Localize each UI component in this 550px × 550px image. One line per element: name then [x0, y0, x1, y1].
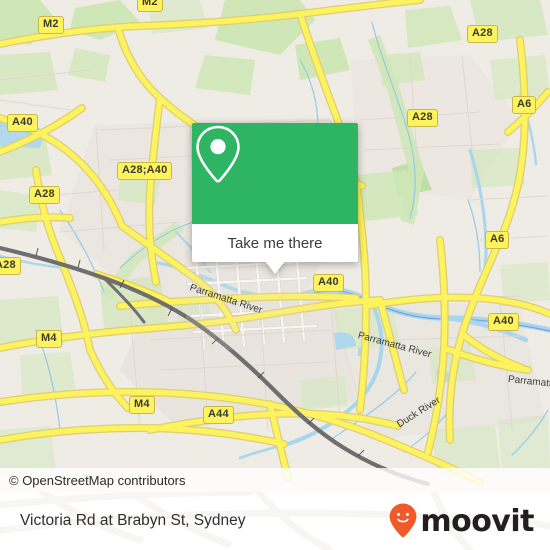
- road-shield-a28[interactable]: A28: [407, 109, 438, 127]
- road-shield-a40[interactable]: A40: [7, 114, 38, 132]
- moovit-logo[interactable]: moovit: [388, 492, 534, 550]
- road-shield-m4[interactable]: M4: [129, 396, 155, 414]
- road-shield-a6[interactable]: A6: [512, 96, 537, 114]
- road-shield-m4[interactable]: M4: [36, 330, 62, 348]
- moovit-wordmark: moovit: [420, 503, 534, 539]
- osm-attribution-text: © OpenStreetMap contributors: [9, 472, 186, 488]
- take-me-there-button[interactable]: Take me there: [192, 224, 358, 262]
- road-shield-m2[interactable]: M2: [137, 0, 163, 12]
- map-attribution-bar: © OpenStreetMap contributors: [0, 468, 550, 492]
- road-shield-a28[interactable]: A28: [0, 257, 21, 275]
- map-canvas[interactable]: .park{fill:#cfe7b7;} .parkdk{fill:#bcdca…: [0, 0, 550, 492]
- road-shield-a28[interactable]: A28: [467, 25, 498, 43]
- road-shield-a28[interactable]: A28: [29, 186, 60, 204]
- moovit-smiley-pin-icon: [389, 503, 417, 538]
- road-shield-a6[interactable]: A6: [485, 231, 510, 249]
- footer-bar: Victoria Rd at Brabyn St, Sydney moovit: [0, 492, 550, 550]
- map-pin-icon: [196, 125, 240, 183]
- station-title: Victoria Rd at Brabyn St, Sydney: [20, 512, 246, 529]
- popup-header: [192, 123, 358, 224]
- take-me-there-label: Take me there: [227, 234, 323, 252]
- station-popup-card[interactable]: Take me there: [192, 123, 358, 274]
- road-shield-a40[interactable]: A40: [488, 313, 519, 331]
- popup-tail-pointer: [265, 261, 285, 274]
- moovit-station-map-screen: .park{fill:#cfe7b7;} .parkdk{fill:#bcdca…: [0, 0, 550, 550]
- road-shield-a44[interactable]: A44: [203, 406, 234, 424]
- road-shield-m2[interactable]: M2: [38, 16, 64, 34]
- road-shield-a40[interactable]: A40: [313, 274, 344, 292]
- road-shield-a28-a40[interactable]: A28;A40: [117, 162, 173, 180]
